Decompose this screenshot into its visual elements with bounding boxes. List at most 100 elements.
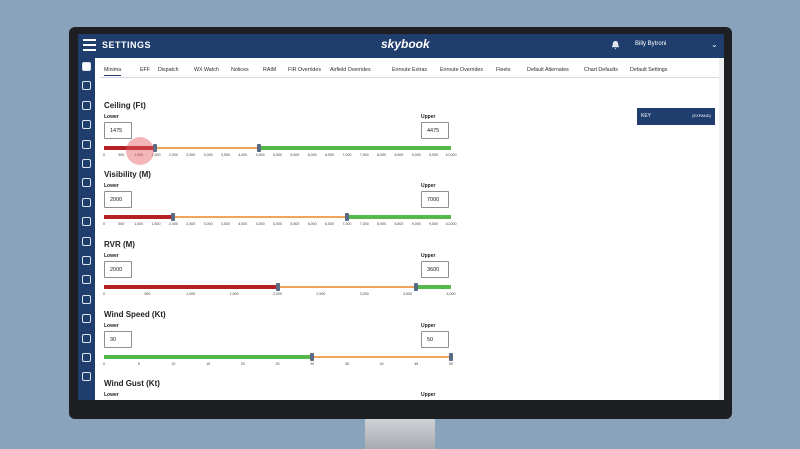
below-minima-track: [104, 285, 278, 289]
upper-slider-handle[interactable]: [449, 353, 453, 361]
section-title: Visibility (M): [104, 170, 151, 179]
sidebar-grid-icon[interactable]: [82, 62, 91, 71]
tab-eff[interactable]: EFF: [140, 67, 150, 73]
tab-enroute-extras[interactable]: Enroute Extras: [392, 67, 427, 73]
tick-label: 20: [240, 362, 245, 366]
tab-fleets[interactable]: Fleets: [496, 67, 510, 73]
sidebar-settings-icon[interactable]: [82, 314, 91, 324]
upper-slider-handle[interactable]: [257, 144, 262, 152]
menu-icon[interactable]: [83, 39, 96, 52]
tick-label: 6,000: [307, 153, 317, 157]
sidebar-window-icon[interactable]: [82, 159, 91, 168]
sidebar-phone-icon[interactable]: [82, 372, 91, 382]
tab-wx-watch[interactable]: WX Watch: [194, 67, 219, 73]
sidebar-list-icon[interactable]: [82, 275, 91, 285]
tab-minima[interactable]: Minima: [104, 67, 122, 76]
sidebar-globe-icon[interactable]: [82, 120, 91, 130]
sidebar-clipboard-icon[interactable]: [82, 236, 91, 246]
lower-slider-handle[interactable]: [310, 353, 315, 361]
tick-label: 0: [103, 362, 105, 366]
tick-label: 30: [310, 362, 315, 366]
tick-label: 1,000: [134, 222, 144, 226]
tab-dispatch[interactable]: Dispatch: [158, 67, 179, 73]
tick-label: 9,500: [429, 153, 439, 157]
chevron-down-icon[interactable]: ⌄: [711, 40, 718, 49]
lower-input[interactable]: 1475: [104, 122, 132, 139]
sidebar-pin-icon[interactable]: [82, 217, 91, 227]
tick-label: 1,500: [151, 222, 161, 226]
tab-fir-overrides[interactable]: FIR Overrides: [288, 67, 321, 73]
tick-label: 15: [206, 362, 211, 366]
sidebar-edit-icon[interactable]: [82, 294, 91, 304]
tick-label: 3,500: [220, 222, 230, 226]
safe-range-track: [416, 285, 451, 289]
top-bar: SETTINGS skybook Billy Bytroni ⌄: [78, 34, 724, 58]
lower-label: Lower: [104, 114, 119, 120]
upper-input[interactable]: 4475: [421, 122, 449, 139]
tab-airfield-overrides[interactable]: Airfield Overrides: [330, 67, 371, 73]
tick-label: 10,000: [445, 153, 457, 157]
tab-default-alternates[interactable]: Default Alternates: [527, 67, 569, 73]
section-title: Ceiling (Ft): [104, 101, 146, 110]
lower-slider-handle[interactable]: [171, 213, 176, 221]
marginal-range-track: [277, 286, 417, 288]
sidebar-monitor-icon[interactable]: [82, 139, 91, 149]
tick-label: 2,000: [273, 292, 282, 296]
tick-label: 4,000: [238, 222, 248, 226]
tick-label: 9,000: [411, 153, 421, 157]
sidebar-chart-icon[interactable]: [82, 256, 91, 265]
tick-label: 0: [103, 292, 105, 296]
scrollbar[interactable]: [719, 58, 724, 400]
page-title: SETTINGS: [102, 40, 152, 50]
lower-label: Lower: [104, 392, 119, 398]
sidebar-weather-icon[interactable]: [82, 178, 91, 188]
tick-label: 6,500: [325, 222, 335, 226]
key-expand-button[interactable]: (EXPAND): [692, 113, 711, 118]
section-title: RVR (M): [104, 240, 135, 249]
key-label: KEY: [641, 113, 652, 119]
tick-label: 2,000: [168, 222, 178, 226]
tick-label: 1,000: [186, 292, 196, 296]
lower-slider-handle[interactable]: [275, 283, 280, 291]
skybook-logo: skybook: [381, 37, 430, 51]
marginal-range-track: [173, 216, 347, 218]
tab-bar: Minima EFF Dispatch WX Watch Notices RAIM FIR …: [100, 64, 723, 78]
tick-label: 7,000: [342, 222, 352, 226]
upper-slider-handle[interactable]: [414, 283, 419, 291]
user-name[interactable]: Billy Bytroni: [635, 41, 666, 47]
upper-input[interactable]: 3600: [421, 261, 449, 278]
sidebar-user-icon[interactable]: [82, 333, 91, 343]
tick-label: 2,500: [316, 292, 326, 296]
sidebar-route-icon[interactable]: [82, 100, 91, 110]
lower-input[interactable]: 2000: [104, 191, 132, 208]
tick-label: 6,000: [307, 222, 317, 226]
lower-input[interactable]: 30: [104, 331, 132, 348]
upper-slider-handle[interactable]: [344, 213, 349, 221]
tick-label: 10: [171, 362, 176, 366]
tick-label: 8,000: [377, 222, 387, 226]
tab-chart-defaults[interactable]: Chart Defaults: [584, 67, 618, 73]
tab-enroute-overrides[interactable]: Enroute Overrides: [440, 67, 483, 73]
tab-notices[interactable]: Notices: [231, 67, 249, 73]
lower-input[interactable]: 2000: [104, 261, 132, 278]
tick-label: 8,500: [394, 153, 404, 157]
tick-label: 8,500: [394, 222, 404, 226]
tick-label: 500: [118, 153, 125, 157]
upper-label: Upper: [421, 183, 436, 189]
upper-label: Upper: [421, 323, 436, 329]
tick-label: 35: [344, 362, 349, 366]
sidebar-document-icon[interactable]: [82, 353, 91, 362]
tab-raim[interactable]: RAIM: [263, 67, 276, 73]
tick-label: 4,000: [446, 292, 456, 296]
tick-label: 45: [414, 362, 419, 366]
upper-input[interactable]: 50: [421, 331, 449, 348]
key-panel[interactable]: KEY (EXPAND): [637, 108, 715, 125]
upper-input[interactable]: 7000: [421, 191, 449, 208]
sidebar-cloud-icon[interactable]: [82, 197, 91, 207]
tab-default-settings[interactable]: Default Settings: [630, 67, 667, 73]
monitor-stand: [365, 419, 435, 449]
sidebar-plane-icon[interactable]: [82, 81, 91, 91]
tick-label: 3,000: [203, 153, 213, 157]
section-title: Wind Speed (Kt): [104, 310, 166, 319]
bell-icon[interactable]: [611, 40, 620, 50]
